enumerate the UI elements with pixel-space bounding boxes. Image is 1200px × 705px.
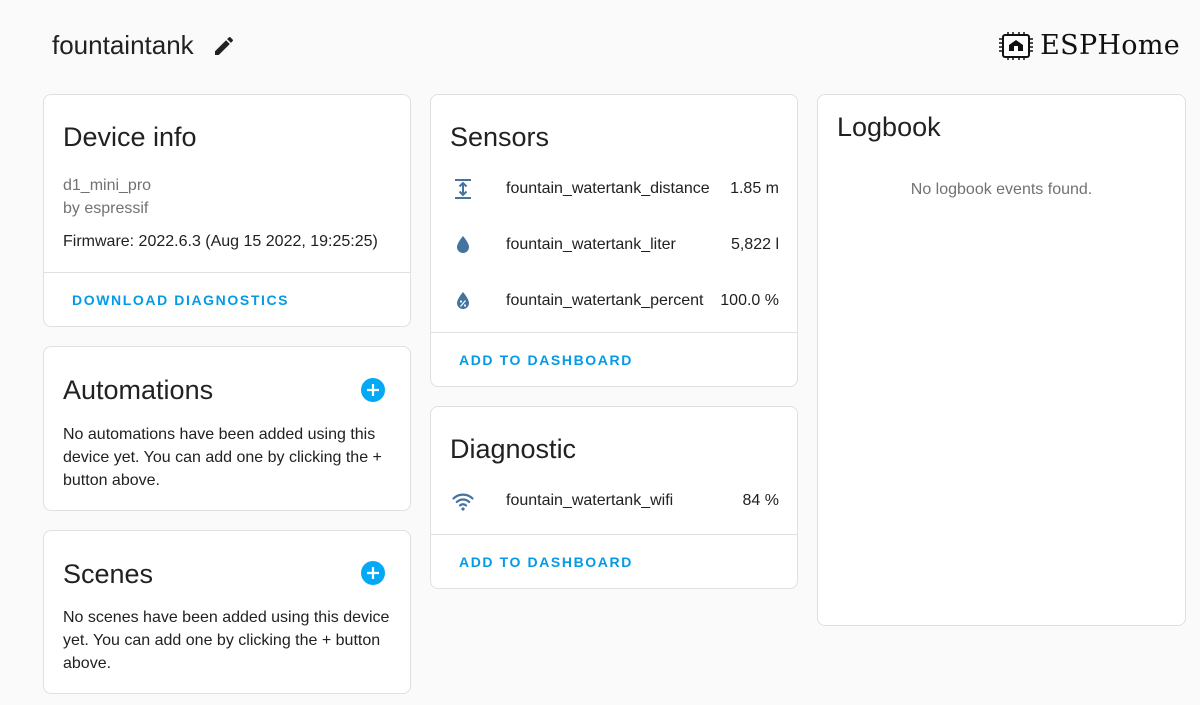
entity-name: fountain_watertank_percent	[506, 292, 704, 309]
card-title: Sensors	[450, 122, 550, 152]
card-title: Diagnostic	[450, 434, 577, 464]
entity-name: fountain_watertank_wifi	[506, 492, 674, 509]
card-divider	[431, 332, 797, 333]
card-divider	[44, 272, 410, 273]
plus-icon	[367, 567, 379, 579]
esphome-logo-icon	[999, 31, 1034, 60]
download-diagnostics-button[interactable]: DOWNLOAD DIAGNOSTICS	[72, 292, 289, 308]
arrow-expand-vertical-icon	[455, 179, 471, 199]
entity-value: 1.85 m	[730, 180, 779, 197]
card-divider	[431, 534, 797, 535]
water-percent-icon	[457, 292, 469, 309]
firmware-info: Firmware: 2022.6.3 (Aug 15 2022, 19:25:2…	[63, 233, 378, 250]
entity-row[interactable]: fountain_watertank_wifi 84 %	[451, 489, 779, 513]
card-title: Device info	[63, 122, 197, 152]
add-to-dashboard-button[interactable]: ADD TO DASHBOARD	[459, 352, 633, 368]
logbook-empty-text: No logbook events found.	[910, 181, 1093, 198]
device-name: fountaintank	[52, 30, 194, 60]
add-automation-button[interactable]	[361, 378, 385, 402]
scenes-empty-text: No scenes have been added using this dev…	[63, 609, 390, 672]
entity-name: fountain_watertank_liter	[506, 236, 676, 253]
sensors-card: Sensors fountain_watertank_distance 1.85…	[430, 94, 798, 387]
page-title: fountaintank	[52, 30, 236, 61]
water-drop-icon	[457, 236, 469, 253]
entity-row[interactable]: fountain_watertank_distance 1.85 m	[451, 177, 779, 201]
device-model: d1_mini_pro	[63, 177, 152, 194]
entity-value: 100.0 %	[720, 292, 779, 309]
brand-name: ESPHome	[1040, 30, 1180, 61]
wifi-icon	[452, 493, 474, 511]
plus-icon	[367, 384, 379, 396]
diagnostic-card: Diagnostic fountain_watertank_wifi 84 % …	[430, 406, 798, 589]
entity-row[interactable]: fountain_watertank_liter 5,822 l	[451, 233, 779, 257]
card-title: Logbook	[837, 112, 941, 142]
card-title: Automations	[63, 375, 214, 405]
entity-value: 84 %	[742, 492, 779, 509]
scenes-card: Scenes No scenes have been added using t…	[43, 530, 411, 694]
device-manufacturer: by espressif	[63, 200, 149, 217]
logbook-card: Logbook No logbook events found.	[817, 94, 1186, 626]
brand: ESPHome	[998, 30, 1180, 61]
automations-card: Automations No automations have been add…	[43, 346, 411, 511]
add-scene-button[interactable]	[361, 561, 385, 585]
add-to-dashboard-button[interactable]: ADD TO DASHBOARD	[459, 554, 633, 570]
card-title: Scenes	[63, 559, 154, 589]
entity-row[interactable]: fountain_watertank_percent 100.0 %	[451, 289, 779, 313]
entity-value: 5,822 l	[730, 236, 779, 253]
device-info-card: Device info d1_mini_pro by espressif Fir…	[43, 94, 411, 327]
pencil-icon[interactable]	[212, 34, 236, 58]
entity-name: fountain_watertank_distance	[506, 180, 710, 197]
automations-empty-text: No automations have been added using thi…	[63, 426, 382, 489]
